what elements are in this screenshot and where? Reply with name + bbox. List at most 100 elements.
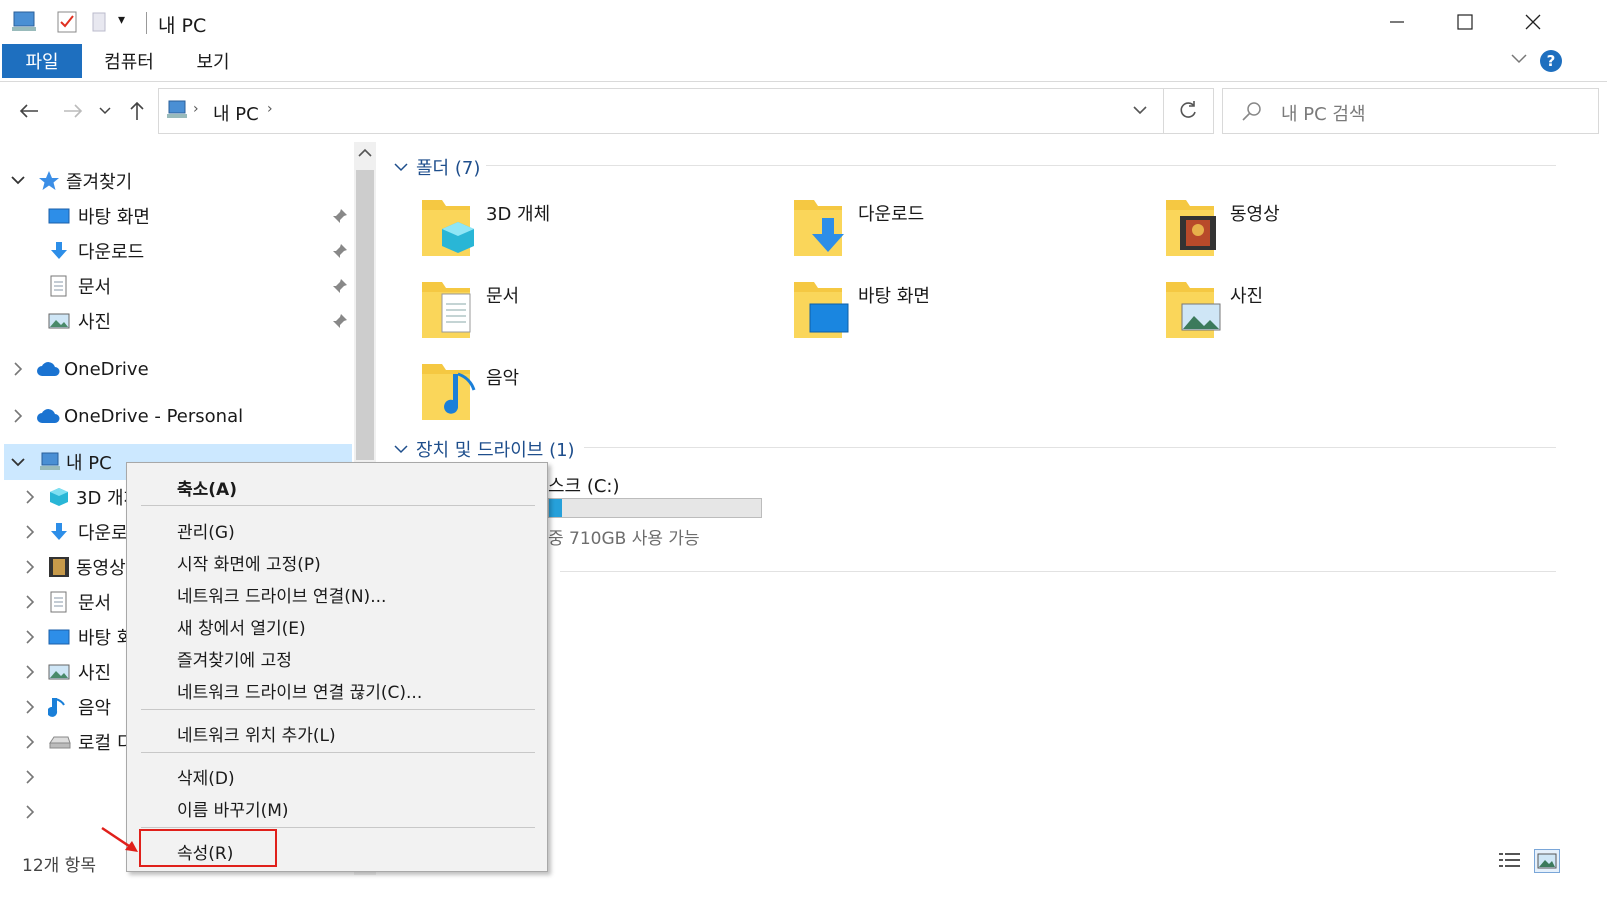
- expand-icon[interactable]: [22, 629, 38, 645]
- sidebar-item-onedrive[interactable]: OneDrive: [36, 352, 149, 386]
- new-folder-icon[interactable]: [90, 10, 110, 34]
- tab-computer[interactable]: 컴퓨터: [90, 44, 168, 78]
- annotation-arrow-icon: [100, 826, 140, 854]
- properties-icon[interactable]: [56, 10, 78, 34]
- context-menu: 축소(A) 관리(G) 시작 화면에 고정(P) 네트워크 드라이브 연결(N)…: [126, 462, 548, 872]
- folder-music[interactable]: 음악: [420, 360, 780, 430]
- sidebar-item-desktop[interactable]: 바탕 화면: [48, 199, 150, 233]
- quick-access-dropdown-icon[interactable]: ▾: [118, 12, 125, 28]
- sidebar-item-documents[interactable]: 문서: [48, 269, 111, 303]
- expand-icon[interactable]: [22, 594, 38, 610]
- sidebar-item-onedrive-personal[interactable]: OneDrive - Personal: [36, 399, 243, 433]
- collapse-this-pc-icon[interactable]: [10, 454, 26, 470]
- sidebar-item-documents-pc[interactable]: 문서: [48, 585, 111, 619]
- address-dropdown-icon[interactable]: [1133, 105, 1147, 115]
- menu-item-open-new-window[interactable]: 새 창에서 열기(E): [177, 614, 306, 639]
- star-icon: [38, 170, 60, 192]
- desktop-icon: [48, 628, 70, 646]
- sidebar-item-videos[interactable]: 동영상: [48, 550, 126, 584]
- search-input[interactable]: 내 PC 검색: [1281, 100, 1366, 126]
- expand-icon[interactable]: [22, 559, 38, 575]
- expand-onedrive-icon[interactable]: [10, 361, 26, 377]
- menu-item-collapse[interactable]: 축소(A): [177, 475, 237, 500]
- menu-item-add-network-location[interactable]: 네트워크 위치 추가(L): [177, 721, 336, 746]
- folder-downloads[interactable]: 다운로드: [792, 196, 1152, 266]
- nav-scroll-thumb[interactable]: [356, 170, 374, 460]
- drive-icon: [48, 733, 72, 751]
- breadcrumb-chevron-icon[interactable]: ›: [267, 101, 273, 117]
- group-divider: [584, 447, 1556, 448]
- expand-ribbon-icon[interactable]: [1510, 52, 1528, 66]
- sidebar-item-quick-access[interactable]: 즐겨찾기: [38, 164, 132, 198]
- drive-label[interactable]: 스크 (C:): [548, 472, 620, 498]
- download-icon: [48, 241, 70, 261]
- search-box[interactable]: 내 PC 검색: [1222, 88, 1599, 134]
- expand-icon[interactable]: [22, 769, 38, 785]
- sidebar-item-this-pc[interactable]: 내 PC: [38, 445, 112, 479]
- menu-item-delete[interactable]: 삭제(D): [177, 764, 235, 789]
- address-bar[interactable]: › 내 PC ›: [158, 88, 1214, 134]
- tab-file[interactable]: 파일: [2, 44, 82, 78]
- back-button[interactable]: [14, 96, 44, 126]
- expand-icon[interactable]: [22, 699, 38, 715]
- download-icon: [792, 196, 850, 260]
- this-pc-icon: [38, 452, 62, 472]
- pin-icon: [332, 278, 348, 294]
- refresh-icon[interactable]: [1177, 99, 1199, 121]
- search-icon: [1241, 101, 1263, 123]
- menu-separator: [141, 505, 535, 506]
- sidebar-item-downloads[interactable]: 다운로드: [48, 234, 144, 268]
- pin-icon: [332, 208, 348, 224]
- expand-icon[interactable]: [22, 804, 38, 820]
- menu-item-properties[interactable]: 속성(R): [177, 839, 233, 864]
- window-title: 내 PC: [158, 15, 207, 37]
- navigation-bar: › 내 PC › 내 PC 검색: [0, 82, 1607, 140]
- large-icons-view-icon[interactable]: [1534, 849, 1560, 873]
- folder-3d-objects[interactable]: 3D 개체: [420, 196, 780, 266]
- scroll-up-icon[interactable]: [358, 148, 372, 158]
- 3d-objects-icon: [48, 486, 70, 508]
- expand-icon[interactable]: [22, 734, 38, 750]
- help-icon[interactable]: ?: [1540, 50, 1562, 72]
- up-button[interactable]: [122, 96, 152, 126]
- drive-space-text: 중 710GB 사용 가능: [548, 529, 700, 549]
- desktop-icon: [48, 207, 70, 225]
- document-icon: [48, 275, 70, 297]
- tab-view[interactable]: 보기: [180, 44, 246, 78]
- folder-documents[interactable]: 문서: [420, 278, 780, 348]
- this-pc-icon: [10, 10, 38, 34]
- picture-icon: [48, 663, 70, 681]
- download-icon: [48, 522, 70, 542]
- menu-item-rename[interactable]: 이름 바꾸기(M): [177, 796, 289, 821]
- recent-locations-dropdown[interactable]: [92, 96, 118, 126]
- folder-videos[interactable]: 동영상: [1164, 196, 1524, 266]
- forward-button[interactable]: [58, 96, 88, 126]
- expand-icon[interactable]: [22, 524, 38, 540]
- drive-usage-bar: [548, 498, 762, 518]
- menu-item-pin-to-start[interactable]: 시작 화면에 고정(P): [177, 550, 321, 575]
- sidebar-item-pictures-pc[interactable]: 사진: [48, 655, 111, 689]
- folder-pictures[interactable]: 사진: [1164, 278, 1524, 348]
- sidebar-item-pictures[interactable]: 사진: [48, 304, 111, 338]
- music-icon: [48, 696, 70, 718]
- drives-group-header[interactable]: 장치 및 드라이브 (1): [394, 436, 575, 462]
- details-view-icon[interactable]: [1498, 851, 1522, 871]
- expand-icon[interactable]: [22, 489, 38, 505]
- menu-item-manage[interactable]: 관리(G): [177, 518, 235, 543]
- menu-item-pin-quick-access[interactable]: 즐겨찾기에 고정: [177, 646, 292, 671]
- minimize-button[interactable]: [1362, 0, 1432, 44]
- document-icon: [420, 278, 478, 342]
- folders-group-header[interactable]: 폴더 (7): [394, 154, 480, 180]
- expand-icon[interactable]: [22, 664, 38, 680]
- maximize-button[interactable]: [1430, 0, 1500, 44]
- collapse-quick-access-icon[interactable]: [10, 172, 26, 188]
- menu-item-map-network-drive[interactable]: 네트워크 드라이브 연결(N)...: [177, 582, 386, 607]
- breadcrumb-separator-icon[interactable]: ›: [193, 101, 199, 117]
- menu-separator: [141, 709, 535, 710]
- folder-desktop[interactable]: 바탕 화면: [792, 278, 1152, 348]
- expand-onedrive-personal-icon[interactable]: [10, 408, 26, 424]
- breadcrumb-this-pc[interactable]: 내 PC: [213, 100, 259, 126]
- sidebar-item-music[interactable]: 음악: [48, 690, 111, 724]
- menu-item-disconnect-network-drive[interactable]: 네트워크 드라이브 연결 끊기(C)...: [177, 678, 422, 703]
- close-button[interactable]: [1498, 0, 1568, 44]
